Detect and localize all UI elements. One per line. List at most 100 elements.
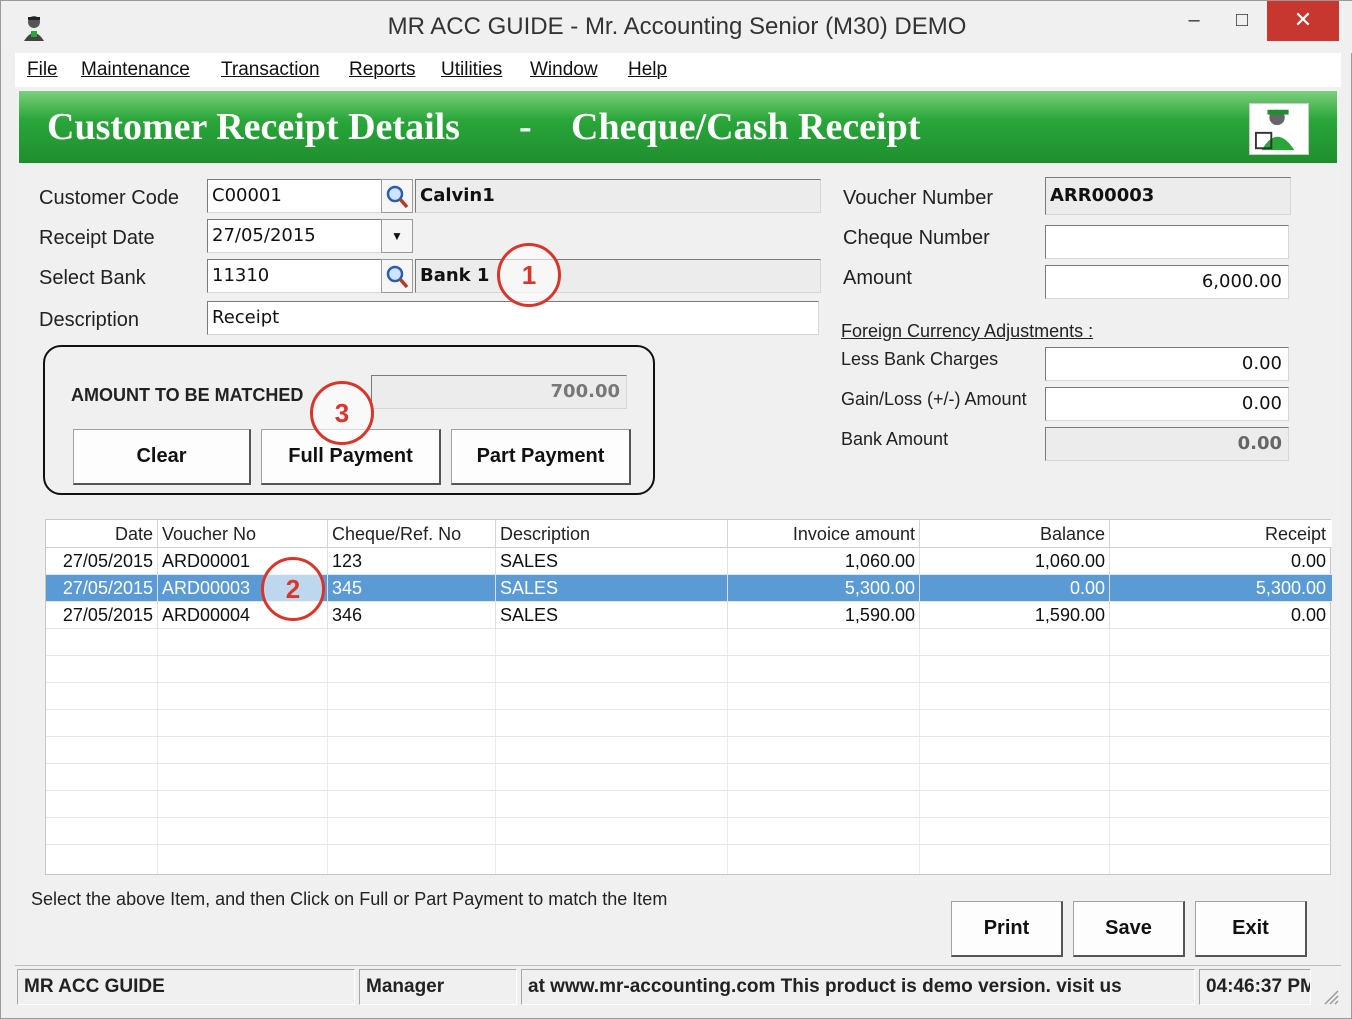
cell-cheque: 346 (328, 602, 496, 629)
voucher-number-label: Voucher Number (843, 187, 994, 209)
status-bar: MR ACC GUIDE Manager at www.mr-accountin… (15, 965, 1341, 1007)
table-header: Date Voucher No Cheque/Ref. No Descripti… (46, 520, 1332, 548)
app-window: MR ACC GUIDE - Mr. Accounting Senior (M3… (0, 0, 1352, 1019)
receipt-date-field[interactable]: 27/05/2015 (207, 219, 383, 253)
table-row[interactable]: 27/05/2015 ARD00001 123 SALES 1,060.00 1… (46, 548, 1332, 575)
annotation-marker-2: 2 (261, 557, 325, 621)
customer-code-label: Customer Code (39, 187, 180, 209)
date-dropdown-button[interactable]: ▼ (381, 219, 413, 253)
menu-maintenance[interactable]: Maintenance (81, 59, 190, 81)
minimize-button[interactable]: – (1171, 1, 1217, 41)
column-header-receipt[interactable]: Receipt (1110, 520, 1330, 548)
cell-description: SALES (496, 548, 728, 575)
instruction-text: Select the above Item, and then Click on… (31, 889, 668, 909)
empty-row (46, 737, 1332, 764)
bank-code-field[interactable]: 11310 (207, 259, 383, 293)
customer-code-field[interactable]: C00001 (207, 179, 383, 213)
status-clock: 04:46:37 PM (1199, 969, 1311, 1005)
chevron-down-icon: ▼ (391, 229, 403, 243)
empty-row (46, 683, 1332, 710)
status-message: at www.mr-accounting.com This product is… (521, 969, 1195, 1005)
foreign-currency-label: Foreign Currency Adjustments : (841, 321, 1094, 341)
column-header-description[interactable]: Description (496, 520, 728, 548)
invoice-table: Date Voucher No Cheque/Ref. No Descripti… (45, 519, 1332, 875)
menu-help[interactable]: Help (628, 59, 667, 81)
status-app-name: MR ACC GUIDE (17, 969, 355, 1005)
amount-field[interactable]: 6,000.00 (1045, 265, 1289, 299)
bank-lookup-button[interactable] (381, 259, 413, 293)
cell-invoice-amount: 1,060.00 (728, 548, 920, 575)
search-icon (386, 185, 409, 209)
cell-description: SALES (496, 575, 728, 602)
amount-label: Amount (843, 267, 912, 289)
column-header-balance[interactable]: Balance (920, 520, 1110, 548)
voucher-number-field: ARR00003 (1045, 177, 1291, 215)
window-title: MR ACC GUIDE - Mr. Accounting Senior (M3… (387, 13, 967, 40)
amount-to-match-label: AMOUNT TO BE MATCHED (71, 385, 304, 405)
description-field[interactable]: Receipt (207, 301, 819, 335)
close-button[interactable]: ✕ (1267, 1, 1339, 41)
cell-cheque: 345 (328, 575, 496, 602)
accountant-logo-icon (1249, 103, 1309, 155)
description-label: Description (39, 309, 140, 331)
cell-receipt: 5,300.00 (1255, 578, 1326, 598)
gain-loss-field[interactable]: 0.00 (1045, 387, 1289, 421)
bank-amount-field: 0.00 (1045, 427, 1289, 461)
cell-cheque: 123 (328, 548, 496, 575)
table-row[interactable]: 27/05/2015 ARD00004 346 SALES 1,590.00 1… (46, 602, 1332, 629)
bank-name-field: Bank 1 (415, 259, 821, 293)
cell-balance: 1,060.00 (920, 548, 1110, 575)
clear-button[interactable]: Clear (73, 429, 251, 485)
column-header-voucher[interactable]: Voucher No (158, 520, 328, 548)
annotation-marker-1: 1 (497, 243, 561, 307)
cell-balance: 0.00 (920, 575, 1110, 602)
column-header-date[interactable]: Date (46, 520, 158, 548)
menu-reports[interactable]: Reports (349, 59, 416, 81)
less-bank-charges-label: Less Bank Charges (841, 349, 999, 369)
customer-name-field: Calvin1 (415, 179, 821, 213)
cell-balance: 1,590.00 (920, 602, 1110, 629)
cell-invoice-amount: 1,590.00 (728, 602, 920, 629)
menu-window[interactable]: Window (530, 59, 598, 81)
menu-transaction[interactable]: Transaction (221, 59, 320, 81)
cheque-number-label: Cheque Number (843, 227, 990, 249)
select-bank-label: Select Bank (39, 267, 146, 289)
resize-grip-icon[interactable] (1321, 987, 1339, 1005)
title-bar[interactable]: MR ACC GUIDE - Mr. Accounting Senior (M3… (1, 1, 1352, 53)
cell-description: SALES (496, 602, 728, 629)
part-payment-button[interactable]: Part Payment (451, 429, 631, 485)
cheque-number-field[interactable] (1045, 225, 1289, 259)
empty-row (46, 764, 1332, 791)
page-banner: Customer Receipt Details - Cheque/Cash R… (19, 91, 1337, 163)
search-icon (386, 265, 409, 289)
menu-utilities[interactable]: Utilities (441, 59, 502, 81)
cell-date: 27/05/2015 (46, 575, 158, 602)
print-button[interactable]: Print (951, 901, 1063, 957)
receipt-date-label: Receipt Date (39, 227, 155, 249)
amount-to-match-field: 700.00 (371, 375, 627, 409)
customer-lookup-button[interactable] (381, 179, 413, 213)
less-bank-charges-field[interactable]: 0.00 (1045, 347, 1289, 381)
column-header-invoice-amount[interactable]: Invoice amount (728, 520, 920, 548)
save-button[interactable]: Save (1073, 901, 1185, 957)
cell-invoice-amount: 5,300.00 (728, 575, 920, 602)
cell-receipt: 0.00 (1290, 551, 1326, 571)
empty-row (46, 791, 1332, 818)
table-row-selected[interactable]: 27/05/2015 ARD00003 345 SALES 5,300.00 0… (46, 575, 1332, 602)
banner-separator: - (519, 106, 532, 148)
empty-row (46, 656, 1332, 683)
menu-bar: File Maintenance Transaction Reports Uti… (15, 53, 1341, 87)
gain-loss-label: Gain/Loss (+/-) Amount (841, 389, 1027, 409)
cell-date: 27/05/2015 (46, 548, 158, 575)
status-user: Manager (359, 969, 517, 1005)
column-header-cheque[interactable]: Cheque/Ref. No (328, 520, 496, 548)
page-title: Customer Receipt Details (47, 106, 460, 148)
exit-button[interactable]: Exit (1195, 901, 1307, 957)
menu-file[interactable]: File (27, 59, 58, 81)
cell-date: 27/05/2015 (46, 602, 158, 629)
maximize-button[interactable]: □ (1219, 1, 1265, 41)
empty-row (46, 629, 1332, 656)
page-subtitle: Cheque/Cash Receipt (571, 106, 921, 148)
empty-row (46, 710, 1332, 737)
bank-amount-label: Bank Amount (841, 429, 949, 449)
